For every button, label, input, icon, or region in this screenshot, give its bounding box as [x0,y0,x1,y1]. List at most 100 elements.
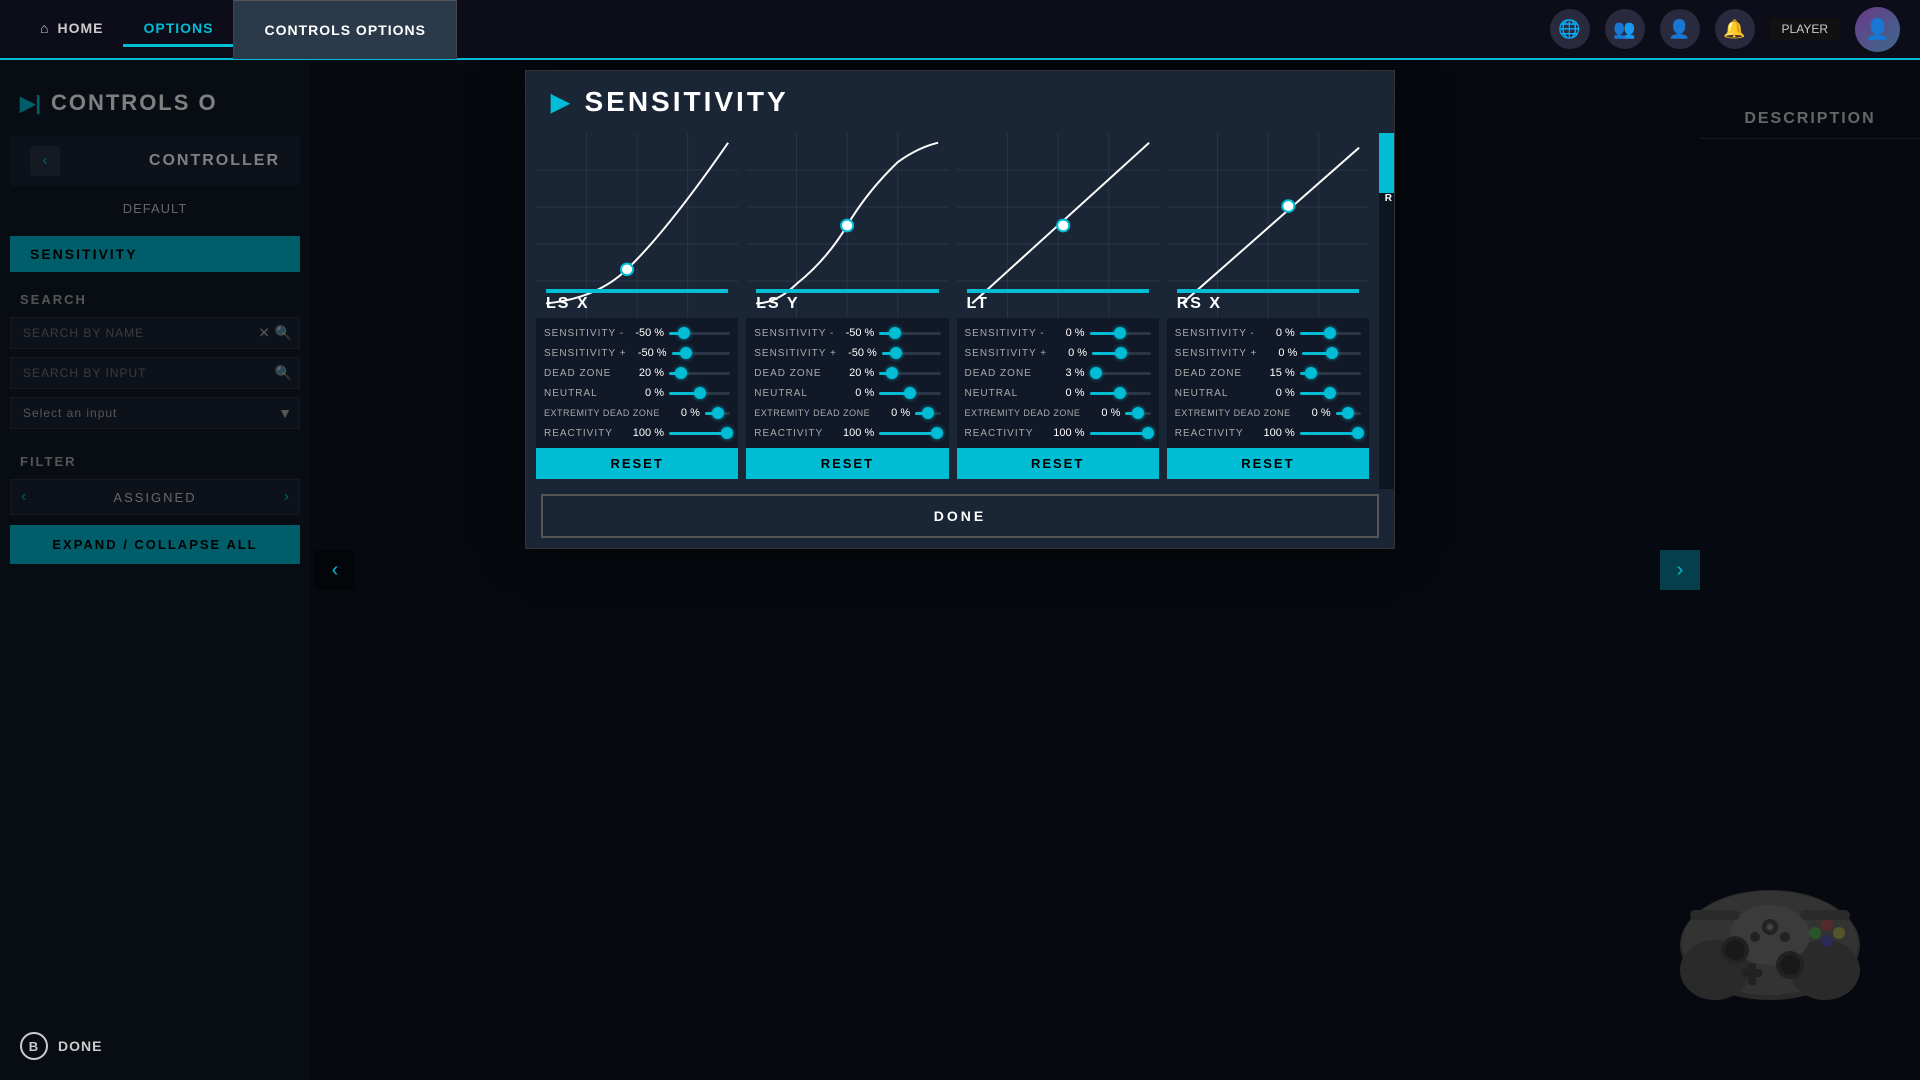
lt-extremity-slider[interactable] [1125,406,1150,420]
lt-neutral-slider[interactable] [1090,386,1151,400]
reset-ls-y-btn[interactable]: RESET [746,448,948,479]
ls-x-reactivity-value: 100 % [629,427,664,439]
ls-x-sens-plus-slider[interactable] [672,346,731,360]
scroll-thumb[interactable] [1379,133,1394,193]
home-icon: ⌂ [40,20,49,36]
graph-rs-x-label: RS X [1177,295,1222,313]
ls-x-neutral-row: NEUTRAL 0 % [536,383,738,403]
reset-lt-btn[interactable]: RESET [957,448,1159,479]
ls-y-dead-zone-slider[interactable] [879,366,940,380]
ls-x-sens-minus-value: -50 % [629,327,664,339]
graph-rs-x-bar [1177,289,1359,293]
lt-extremity-value: 0 % [1085,407,1120,419]
b-button[interactable]: B [20,1032,48,1060]
rs-x-dead-zone-row: DEAD ZONE 15 % [1167,363,1369,383]
graph-lt: LT [957,133,1159,318]
graph-lt-bar [967,289,1149,293]
ls-x-dead-zone-slider[interactable] [669,366,730,380]
ls-x-extremity-value: 0 % [665,407,700,419]
ls-x-sens-minus-slider[interactable] [669,326,730,340]
reset-ls-x-btn[interactable]: RESET [536,448,738,479]
rs-x-reactivity-slider[interactable] [1300,426,1361,440]
ls-y-sens-minus-slider[interactable] [879,326,940,340]
lt-sens-minus-value: 0 % [1050,327,1085,339]
rs-x-sens-plus-slider[interactable] [1302,346,1361,360]
avatar-icon: 👤 [1865,17,1890,42]
top-bar: ⌂ HOME OPTIONS CONTROLS OPTIONS 🌐 👥 👤 🔔 … [0,0,1920,60]
ls-x-extremity-slider[interactable] [705,406,730,420]
rs-x-neutral-label: NEUTRAL [1175,388,1255,399]
lt-sens-minus-label: SENSITIVITY - [965,328,1045,339]
reset-rs-x-btn[interactable]: RESET [1167,448,1369,479]
lt-sens-minus-slider[interactable] [1090,326,1151,340]
profile-icon-btn[interactable]: 👤 [1660,9,1700,49]
rs-x-extremity-label: EXTREMITY DEAD ZONE [1175,408,1291,418]
ls-x-neutral-slider[interactable] [669,386,730,400]
ls-y-sensitivity-plus-row: SENSITIVITY + -50 % [746,343,948,363]
friends-icon-btn[interactable]: 👥 [1605,9,1645,49]
main-layout: ▶| CONTROLS O ‹ CONTROLLER DEFAULT SENSI… [0,60,1920,1080]
modal-done-btn[interactable]: DONE [541,494,1379,538]
lt-extremity-row: EXTREMITY DEAD ZONE 0 % [957,403,1159,423]
graph-ls-y: LS Y [746,133,948,318]
ls-y-sens-minus-value: -50 % [839,327,874,339]
graph-lt-label: LT [967,295,989,313]
sensitivity-modal: ▶ SENSITIVITY [525,70,1395,549]
ls-y-reactivity-slider[interactable] [879,426,940,440]
ls-y-sens-plus-value: -50 % [842,347,877,359]
graph-ls-y-label: LS Y [756,295,799,313]
modal-header-arrow: ▶ [551,88,569,117]
globe-icon-btn[interactable]: 🌐 [1550,9,1590,49]
ls-y-extremity-slider[interactable] [915,406,940,420]
lt-reactivity-value: 100 % [1050,427,1085,439]
nav-arrow-right[interactable]: › [1660,550,1700,590]
bottom-done-section: B DONE [20,1032,102,1060]
rs-x-neutral-row: NEUTRAL 0 % [1167,383,1369,403]
rs-x-extremity-row: EXTREMITY DEAD ZONE 0 % [1167,403,1369,423]
nav-right: 🌐 👥 👤 🔔 PLAYER 👤 [1550,7,1900,52]
rs-x-neutral-slider[interactable] [1300,386,1361,400]
home-label: HOME [57,20,103,36]
controls-options-label: CONTROLS OPTIONS [264,22,425,38]
avatar[interactable]: 👤 [1855,7,1900,52]
graph-rs-x: RS X [1167,133,1369,318]
ls-x-reactivity-slider[interactable] [669,426,730,440]
rs-x-extremity-slider[interactable] [1336,406,1361,420]
ls-y-neutral-row: NEUTRAL 0 % [746,383,948,403]
rs-x-sens-minus-label: SENSITIVITY - [1175,328,1255,339]
rs-x-dead-zone-slider[interactable] [1300,366,1361,380]
options-button[interactable]: OPTIONS [123,12,233,47]
rs-x-extremity-value: 0 % [1296,407,1331,419]
rs-x-reactivity-value: 100 % [1260,427,1295,439]
ls-x-dead-zone-value: 20 % [629,367,664,379]
ls-y-sens-plus-slider[interactable] [882,346,941,360]
ls-y-dead-zone-value: 20 % [839,367,874,379]
lt-sens-plus-slider[interactable] [1092,346,1151,360]
lt-dead-zone-label: DEAD ZONE [965,368,1045,379]
home-button[interactable]: ⌂ HOME [20,12,123,47]
ls-x-neutral-label: NEUTRAL [544,388,624,399]
rs-x-sens-plus-value: 0 % [1262,347,1297,359]
lt-dead-zone-slider[interactable] [1090,366,1151,380]
scroll-bar[interactable]: R [1379,133,1394,489]
options-label: OPTIONS [143,20,213,36]
ls-y-neutral-slider[interactable] [879,386,940,400]
bottom-done-label: DONE [58,1038,102,1054]
nav-arrow-left[interactable]: ‹ [315,550,355,590]
modal-overlay: ▶ SENSITIVITY [0,60,1920,1080]
notification-icon-btn[interactable]: 🔔 [1715,9,1755,49]
ls-y-sensitivity-minus-row: SENSITIVITY - -50 % [746,323,948,343]
controls-options-tab[interactable]: CONTROLS OPTIONS [233,0,456,59]
lt-sensitivity-minus-row: SENSITIVITY - 0 % [957,323,1159,343]
rs-x-sens-minus-slider[interactable] [1300,326,1361,340]
ls-y-neutral-label: NEUTRAL [754,388,834,399]
ls-y-sens-plus-label: SENSITIVITY + [754,348,837,359]
lt-reactivity-label: REACTIVITY [965,428,1045,439]
ls-x-dead-zone-row: DEAD ZONE 20 % [536,363,738,383]
col-rs-x: RS X SENSITIVITY - 0 % [1167,133,1369,479]
modal-header: ▶ SENSITIVITY [526,71,1394,133]
lt-reactivity-slider[interactable] [1090,426,1151,440]
rs-x-sens-minus-value: 0 % [1260,327,1295,339]
lt-dead-zone-row: DEAD ZONE 3 % [957,363,1159,383]
rs-x-sens-plus-label: SENSITIVITY + [1175,348,1258,359]
